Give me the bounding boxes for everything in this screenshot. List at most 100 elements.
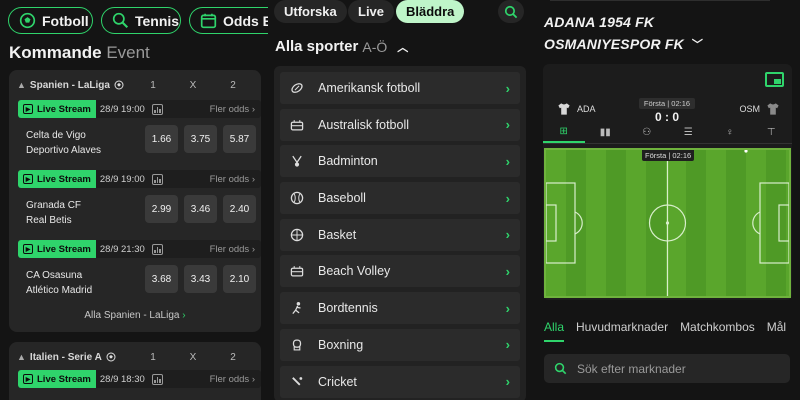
microphone-icon[interactable]: ♀ [709, 122, 751, 143]
sport-label: Baseboll [318, 191, 366, 206]
tab-live[interactable]: Live [348, 0, 395, 23]
sport-item-australian-football[interactable]: Australisk fotboll › [280, 108, 520, 141]
chip-fotboll[interactable]: Fotboll [8, 7, 93, 34]
league-card-laliga: ▲ Spanien - LaLiga 1 X 2 ▶ Live Stream 28… [9, 70, 261, 332]
play-icon: ▶ [23, 244, 33, 254]
search-icon [504, 5, 518, 18]
more-odds-link[interactable]: Fler odds › [210, 174, 261, 185]
stats-icon[interactable] [151, 243, 163, 255]
league-name: Spanien - LaLiga [30, 80, 133, 91]
teams: Granada CF Real Betis [26, 198, 81, 228]
live-stream-badge[interactable]: ▶ Live Stream [18, 170, 96, 188]
col-header-1: 1 [150, 79, 156, 91]
chip-odds-boost[interactable]: Odds Bo [189, 7, 268, 34]
stats-icon[interactable] [151, 173, 163, 185]
soccer-ball-icon [114, 80, 124, 90]
baseball-icon [290, 191, 304, 205]
pitch-lines [546, 150, 789, 296]
chevron-right-icon: › [505, 80, 510, 96]
pitch-clock-time: 02:16 [672, 151, 692, 160]
col-header-2: 2 [230, 79, 236, 91]
stadium-icon [290, 264, 304, 278]
pitch-view-icon[interactable]: ⊞ [543, 122, 585, 143]
more-odds-link[interactable]: Fler odds › [210, 374, 261, 385]
stats-icon[interactable] [151, 373, 163, 385]
odds-button-away[interactable]: 5.87 [223, 125, 256, 153]
sport-item-cricket[interactable]: Cricket › [280, 365, 520, 398]
all-league-link[interactable]: Alla Spanien - LaLiga › [9, 310, 261, 321]
chevron-right-icon: › [505, 374, 510, 389]
tab-bladdra[interactable]: Bläddra [396, 0, 465, 23]
match-clock: Första | 02:16 [639, 98, 695, 109]
sport-item-beach-volley[interactable]: Beach Volley › [280, 255, 520, 288]
top-tabs: Utforska Live Bläddra [268, 0, 536, 26]
sport-item-table-tennis[interactable]: Bordtennis › [280, 292, 520, 325]
live-pitch: Första | 02:16 [544, 148, 791, 298]
list-icon[interactable]: ☰ [668, 122, 710, 143]
chevron-right-icon: › [505, 117, 510, 133]
tab-utforska[interactable]: Utforska [274, 0, 347, 23]
shirt-icon[interactable]: ⊤ [751, 122, 793, 143]
search-button[interactable] [498, 0, 524, 23]
more-odds-label: Fler odds [209, 373, 250, 385]
tab-alla[interactable]: Alla [544, 320, 565, 342]
live-stream-badge[interactable]: ▶ Live Stream [18, 240, 96, 258]
calendar-icon [200, 13, 217, 29]
pitch-clock: Första | 02:16 [642, 150, 695, 161]
stats-icon[interactable] [151, 103, 163, 115]
sport-item-boxing[interactable]: Boxning › [280, 328, 520, 361]
live-stream-badge[interactable]: ▶ Live Stream [18, 100, 96, 118]
picture-in-picture-icon[interactable] [765, 72, 784, 87]
more-odds-link[interactable]: Fler odds › [210, 244, 261, 255]
col-header-x: X [189, 351, 197, 363]
sport-item-american-football[interactable]: Amerikansk fotboll › [280, 72, 520, 104]
match-time: 28/9 18:30 [99, 373, 145, 385]
odds-button-home[interactable]: 2.99 [145, 195, 178, 223]
more-odds-label: Fler odds [209, 173, 250, 185]
sport-label: Bordtennis [318, 301, 378, 316]
players-icon[interactable]: ⚇ [626, 122, 668, 143]
match-time: 28/9 19:00 [99, 103, 145, 115]
tab-matchkombos[interactable]: Matchkombos [680, 320, 755, 342]
more-odds-link[interactable]: Fler odds › [210, 104, 261, 115]
away-abbr: OSM [739, 104, 760, 114]
teams: CA Osasuna Atlético Madrid [26, 268, 92, 298]
shirt-icon [767, 103, 779, 115]
odds-button-draw[interactable]: 3.75 [184, 125, 217, 153]
match-title-away-row[interactable]: OSMANIYESPOR FK ﹀ [544, 36, 703, 52]
odds-button-away[interactable]: 2.40 [223, 195, 256, 223]
sport-label: Badminton [318, 154, 378, 169]
col-header-x: X [189, 79, 197, 91]
match-row[interactable]: ▶ Live Stream 28/9 21:30 Fler odds › CA O… [18, 240, 261, 300]
tab-huvudmarknader[interactable]: Huvudmarknader [576, 320, 668, 342]
live-scoreboard: ADA Första | 02:16 0 : 0 OSM ⊞ ▮▮ ⚇ ☰ ♀ … [543, 64, 792, 300]
away-team: Real Betis [26, 215, 72, 226]
badminton-icon [290, 154, 304, 168]
search-placeholder: Sök efter marknader [577, 361, 686, 376]
chevron-right-icon: › [505, 337, 510, 353]
heading-light: A-Ö [362, 38, 388, 55]
odds-button-draw[interactable]: 3.46 [184, 195, 217, 223]
sport-item-badminton[interactable]: Badminton › [280, 145, 520, 178]
odds-button-home[interactable]: 1.66 [145, 125, 178, 153]
tab-mal[interactable]: Mål [767, 320, 786, 342]
odds-button-away[interactable]: 2.10 [223, 265, 256, 293]
sports-heading[interactable]: Alla sporter A-Ö ︿ [275, 38, 408, 55]
chevron-right-icon: › [182, 310, 186, 321]
match-row[interactable]: ▶ Live Stream 28/9 19:00 Fler odds › Gran… [18, 170, 261, 230]
sport-item-baseball[interactable]: Baseboll › [280, 182, 520, 215]
odds-button-home[interactable]: 3.68 [145, 265, 178, 293]
odds-button-draw[interactable]: 3.43 [184, 265, 217, 293]
home-abbr: ADA [577, 104, 596, 114]
chip-tennis[interactable]: Tennis [101, 7, 181, 34]
play-icon: ▶ [23, 374, 33, 384]
sport-item-basketball[interactable]: Basket › [280, 218, 520, 251]
match-row[interactable]: ▶ Live Stream 28/9 18:30 Fler odds › [18, 370, 261, 400]
match-row[interactable]: ▶ Live Stream 28/9 19:00 Fler odds › Celt… [18, 100, 261, 160]
bar-chart-icon[interactable]: ▮▮ [585, 122, 627, 143]
market-search-field[interactable]: Sök efter marknader [544, 354, 790, 383]
away-team: Atlético Madrid [26, 285, 93, 296]
league-header[interactable]: ▲ Spanien - LaLiga 1 X 2 [9, 70, 261, 100]
live-stream-badge[interactable]: ▶ Live Stream [18, 370, 96, 388]
league-header[interactable]: ▲ Italien - Serie A 1 X 2 [9, 342, 261, 372]
